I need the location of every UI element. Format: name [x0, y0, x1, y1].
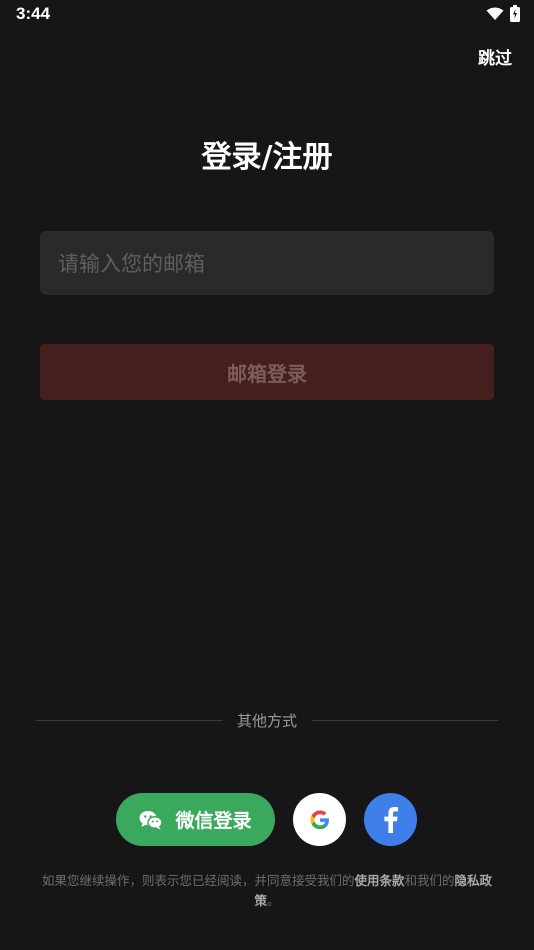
status-bar: 3:44: [0, 0, 534, 28]
google-icon: [309, 809, 329, 829]
divider-right: [312, 720, 498, 721]
terms-middle: 和我们的: [404, 873, 455, 888]
page-title: 登录/注册: [201, 140, 333, 175]
facebook-login-button[interactable]: [364, 793, 417, 846]
status-icons: [486, 5, 520, 22]
skip-button[interactable]: 跳过: [478, 44, 512, 69]
status-time: 3:44: [16, 4, 51, 23]
battery-icon: [510, 5, 520, 22]
terms-suffix: 。: [267, 893, 280, 908]
email-field-container: [40, 231, 494, 297]
wechat-login-button[interactable]: 微信登录: [116, 793, 275, 846]
terms-prefix: 如果您继续操作，则表示您已经阅读，并同意接受我们的: [41, 873, 355, 888]
terms-of-use-link[interactable]: 使用条款: [354, 873, 404, 888]
wechat-icon: [139, 810, 164, 829]
facebook-icon: [383, 806, 398, 833]
email-input[interactable]: [56, 231, 480, 297]
terms-text: 如果您继续操作，则表示您已经阅读，并同意接受我们的使用条款和我们的隐私政策。: [36, 871, 498, 911]
email-login-button[interactable]: 邮箱登录: [40, 344, 494, 400]
wechat-login-label: 微信登录: [175, 810, 252, 832]
wifi-icon: [486, 7, 504, 20]
google-login-button[interactable]: [293, 793, 346, 846]
